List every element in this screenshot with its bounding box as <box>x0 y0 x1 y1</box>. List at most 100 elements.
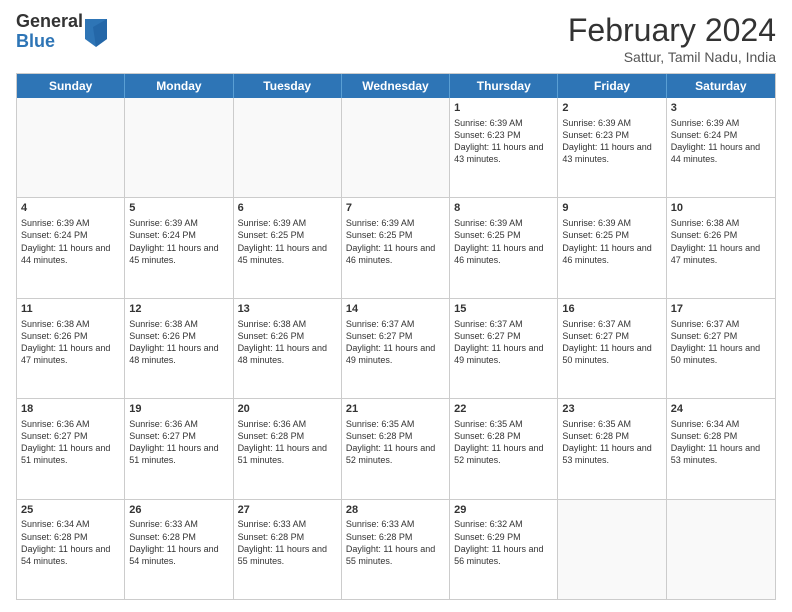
table-row: 27Sunrise: 6:33 AM Sunset: 6:28 PM Dayli… <box>234 500 342 599</box>
day-number: 22 <box>454 402 553 417</box>
day-number: 28 <box>346 503 445 518</box>
cell-info: Sunrise: 6:32 AM Sunset: 6:29 PM Dayligh… <box>454 518 553 567</box>
table-row: 23Sunrise: 6:35 AM Sunset: 6:28 PM Dayli… <box>558 399 666 498</box>
table-row: 20Sunrise: 6:36 AM Sunset: 6:28 PM Dayli… <box>234 399 342 498</box>
table-row: 15Sunrise: 6:37 AM Sunset: 6:27 PM Dayli… <box>450 299 558 398</box>
day-number: 29 <box>454 503 553 518</box>
cell-info: Sunrise: 6:38 AM Sunset: 6:26 PM Dayligh… <box>671 217 771 266</box>
cell-info: Sunrise: 6:37 AM Sunset: 6:27 PM Dayligh… <box>671 318 771 367</box>
day-number: 27 <box>238 503 337 518</box>
cell-info: Sunrise: 6:39 AM Sunset: 6:24 PM Dayligh… <box>129 217 228 266</box>
cell-info: Sunrise: 6:33 AM Sunset: 6:28 PM Dayligh… <box>238 518 337 567</box>
cell-info: Sunrise: 6:37 AM Sunset: 6:27 PM Dayligh… <box>346 318 445 367</box>
table-row: 6Sunrise: 6:39 AM Sunset: 6:25 PM Daylig… <box>234 198 342 297</box>
table-row <box>234 98 342 197</box>
table-row <box>17 98 125 197</box>
header: General Blue February 2024 Sattur, Tamil… <box>16 12 776 65</box>
table-row: 16Sunrise: 6:37 AM Sunset: 6:27 PM Dayli… <box>558 299 666 398</box>
table-row: 26Sunrise: 6:33 AM Sunset: 6:28 PM Dayli… <box>125 500 233 599</box>
table-row: 28Sunrise: 6:33 AM Sunset: 6:28 PM Dayli… <box>342 500 450 599</box>
cell-info: Sunrise: 6:38 AM Sunset: 6:26 PM Dayligh… <box>21 318 120 367</box>
day-number: 13 <box>238 302 337 317</box>
day-number: 21 <box>346 402 445 417</box>
calendar-header: SundayMondayTuesdayWednesdayThursdayFrid… <box>17 74 775 98</box>
cell-info: Sunrise: 6:39 AM Sunset: 6:25 PM Dayligh… <box>562 217 661 266</box>
table-row: 5Sunrise: 6:39 AM Sunset: 6:24 PM Daylig… <box>125 198 233 297</box>
calendar: SundayMondayTuesdayWednesdayThursdayFrid… <box>16 73 776 600</box>
cell-info: Sunrise: 6:39 AM Sunset: 6:24 PM Dayligh… <box>671 117 771 166</box>
table-row: 25Sunrise: 6:34 AM Sunset: 6:28 PM Dayli… <box>17 500 125 599</box>
cell-info: Sunrise: 6:36 AM Sunset: 6:27 PM Dayligh… <box>129 418 228 467</box>
day-number: 5 <box>129 201 228 216</box>
day-header-wednesday: Wednesday <box>342 74 450 98</box>
table-row: 11Sunrise: 6:38 AM Sunset: 6:26 PM Dayli… <box>17 299 125 398</box>
week-row-2: 11Sunrise: 6:38 AM Sunset: 6:26 PM Dayli… <box>17 298 775 398</box>
day-number: 2 <box>562 101 661 116</box>
table-row: 21Sunrise: 6:35 AM Sunset: 6:28 PM Dayli… <box>342 399 450 498</box>
day-number: 6 <box>238 201 337 216</box>
logo-blue: Blue <box>16 32 83 52</box>
page: General Blue February 2024 Sattur, Tamil… <box>0 0 792 612</box>
day-number: 9 <box>562 201 661 216</box>
cell-info: Sunrise: 6:39 AM Sunset: 6:25 PM Dayligh… <box>238 217 337 266</box>
day-header-monday: Monday <box>125 74 233 98</box>
cell-info: Sunrise: 6:35 AM Sunset: 6:28 PM Dayligh… <box>562 418 661 467</box>
day-number: 26 <box>129 503 228 518</box>
table-row: 14Sunrise: 6:37 AM Sunset: 6:27 PM Dayli… <box>342 299 450 398</box>
table-row: 22Sunrise: 6:35 AM Sunset: 6:28 PM Dayli… <box>450 399 558 498</box>
day-number: 7 <box>346 201 445 216</box>
day-number: 14 <box>346 302 445 317</box>
table-row <box>125 98 233 197</box>
cell-info: Sunrise: 6:34 AM Sunset: 6:28 PM Dayligh… <box>21 518 120 567</box>
logo-icon <box>85 19 107 47</box>
cell-info: Sunrise: 6:39 AM Sunset: 6:23 PM Dayligh… <box>454 117 553 166</box>
cell-info: Sunrise: 6:39 AM Sunset: 6:24 PM Dayligh… <box>21 217 120 266</box>
logo-general: General <box>16 12 83 32</box>
day-number: 25 <box>21 503 120 518</box>
table-row: 12Sunrise: 6:38 AM Sunset: 6:26 PM Dayli… <box>125 299 233 398</box>
day-number: 23 <box>562 402 661 417</box>
day-number: 4 <box>21 201 120 216</box>
cell-info: Sunrise: 6:37 AM Sunset: 6:27 PM Dayligh… <box>562 318 661 367</box>
day-number: 17 <box>671 302 771 317</box>
logo: General Blue <box>16 12 107 52</box>
day-number: 11 <box>21 302 120 317</box>
day-header-saturday: Saturday <box>667 74 775 98</box>
day-header-thursday: Thursday <box>450 74 558 98</box>
table-row <box>558 500 666 599</box>
day-header-friday: Friday <box>558 74 666 98</box>
cell-info: Sunrise: 6:38 AM Sunset: 6:26 PM Dayligh… <box>238 318 337 367</box>
cell-info: Sunrise: 6:37 AM Sunset: 6:27 PM Dayligh… <box>454 318 553 367</box>
table-row: 29Sunrise: 6:32 AM Sunset: 6:29 PM Dayli… <box>450 500 558 599</box>
day-number: 12 <box>129 302 228 317</box>
cell-info: Sunrise: 6:36 AM Sunset: 6:28 PM Dayligh… <box>238 418 337 467</box>
cell-info: Sunrise: 6:33 AM Sunset: 6:28 PM Dayligh… <box>346 518 445 567</box>
day-number: 24 <box>671 402 771 417</box>
table-row: 2Sunrise: 6:39 AM Sunset: 6:23 PM Daylig… <box>558 98 666 197</box>
day-number: 10 <box>671 201 771 216</box>
table-row: 4Sunrise: 6:39 AM Sunset: 6:24 PM Daylig… <box>17 198 125 297</box>
day-number: 20 <box>238 402 337 417</box>
day-number: 3 <box>671 101 771 116</box>
day-number: 16 <box>562 302 661 317</box>
day-number: 18 <box>21 402 120 417</box>
table-row: 13Sunrise: 6:38 AM Sunset: 6:26 PM Dayli… <box>234 299 342 398</box>
day-number: 15 <box>454 302 553 317</box>
week-row-4: 25Sunrise: 6:34 AM Sunset: 6:28 PM Dayli… <box>17 499 775 599</box>
table-row <box>342 98 450 197</box>
table-row: 3Sunrise: 6:39 AM Sunset: 6:24 PM Daylig… <box>667 98 775 197</box>
day-header-sunday: Sunday <box>17 74 125 98</box>
week-row-1: 4Sunrise: 6:39 AM Sunset: 6:24 PM Daylig… <box>17 197 775 297</box>
table-row: 10Sunrise: 6:38 AM Sunset: 6:26 PM Dayli… <box>667 198 775 297</box>
cell-info: Sunrise: 6:39 AM Sunset: 6:23 PM Dayligh… <box>562 117 661 166</box>
cell-info: Sunrise: 6:39 AM Sunset: 6:25 PM Dayligh… <box>454 217 553 266</box>
cell-info: Sunrise: 6:39 AM Sunset: 6:25 PM Dayligh… <box>346 217 445 266</box>
cell-info: Sunrise: 6:35 AM Sunset: 6:28 PM Dayligh… <box>454 418 553 467</box>
cell-info: Sunrise: 6:33 AM Sunset: 6:28 PM Dayligh… <box>129 518 228 567</box>
week-row-0: 1Sunrise: 6:39 AM Sunset: 6:23 PM Daylig… <box>17 98 775 197</box>
month-title: February 2024 <box>568 12 776 49</box>
day-number: 8 <box>454 201 553 216</box>
table-row <box>667 500 775 599</box>
cell-info: Sunrise: 6:38 AM Sunset: 6:26 PM Dayligh… <box>129 318 228 367</box>
table-row: 9Sunrise: 6:39 AM Sunset: 6:25 PM Daylig… <box>558 198 666 297</box>
